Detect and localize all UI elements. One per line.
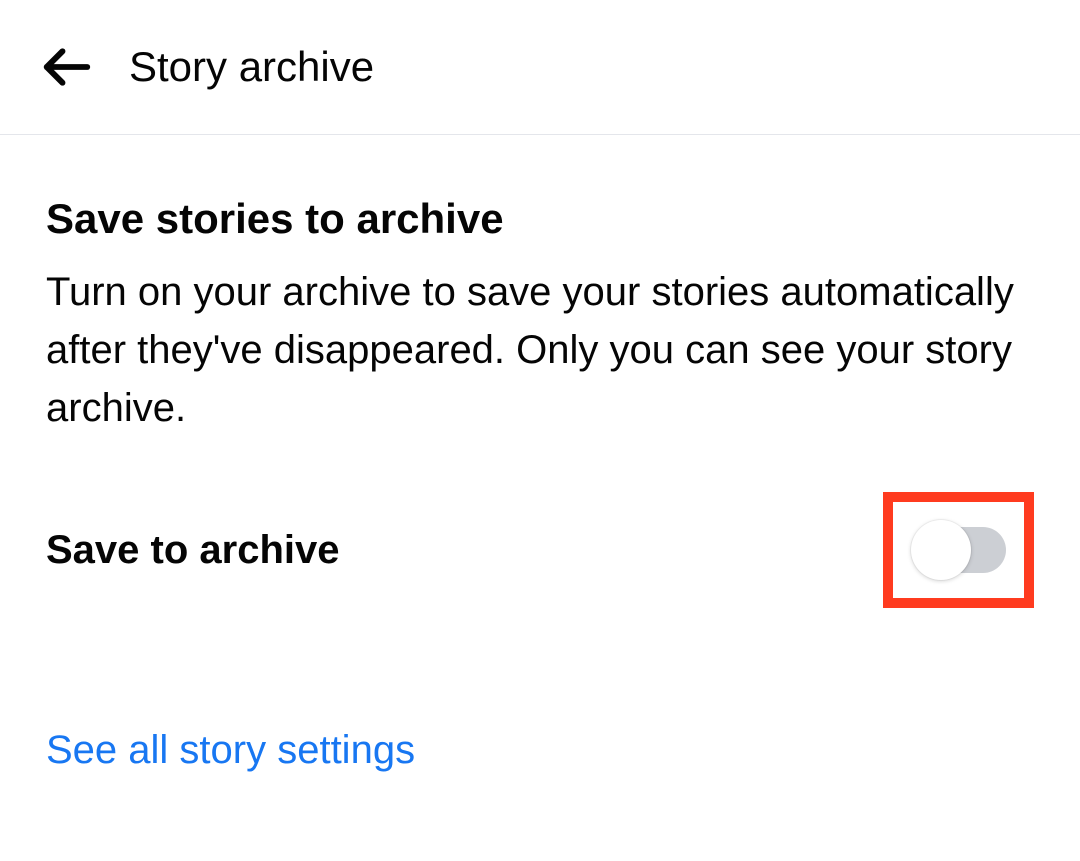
section-heading: Save stories to archive: [46, 195, 1034, 243]
toggle-highlight: [883, 492, 1034, 608]
see-all-story-settings-link[interactable]: See all story settings: [46, 728, 1034, 773]
content: Save stories to archive Turn on your arc…: [0, 135, 1080, 773]
arrow-left-icon: [40, 40, 94, 94]
header: Story archive: [0, 0, 1080, 135]
section-description: Turn on your archive to save your storie…: [46, 263, 1034, 437]
page-title: Story archive: [129, 43, 374, 91]
toggle-thumb: [911, 520, 971, 580]
toggle-label: Save to archive: [46, 528, 340, 573]
back-button[interactable]: [40, 40, 94, 94]
toggle-row: Save to archive: [46, 492, 1034, 608]
save-to-archive-toggle[interactable]: [911, 527, 1006, 573]
